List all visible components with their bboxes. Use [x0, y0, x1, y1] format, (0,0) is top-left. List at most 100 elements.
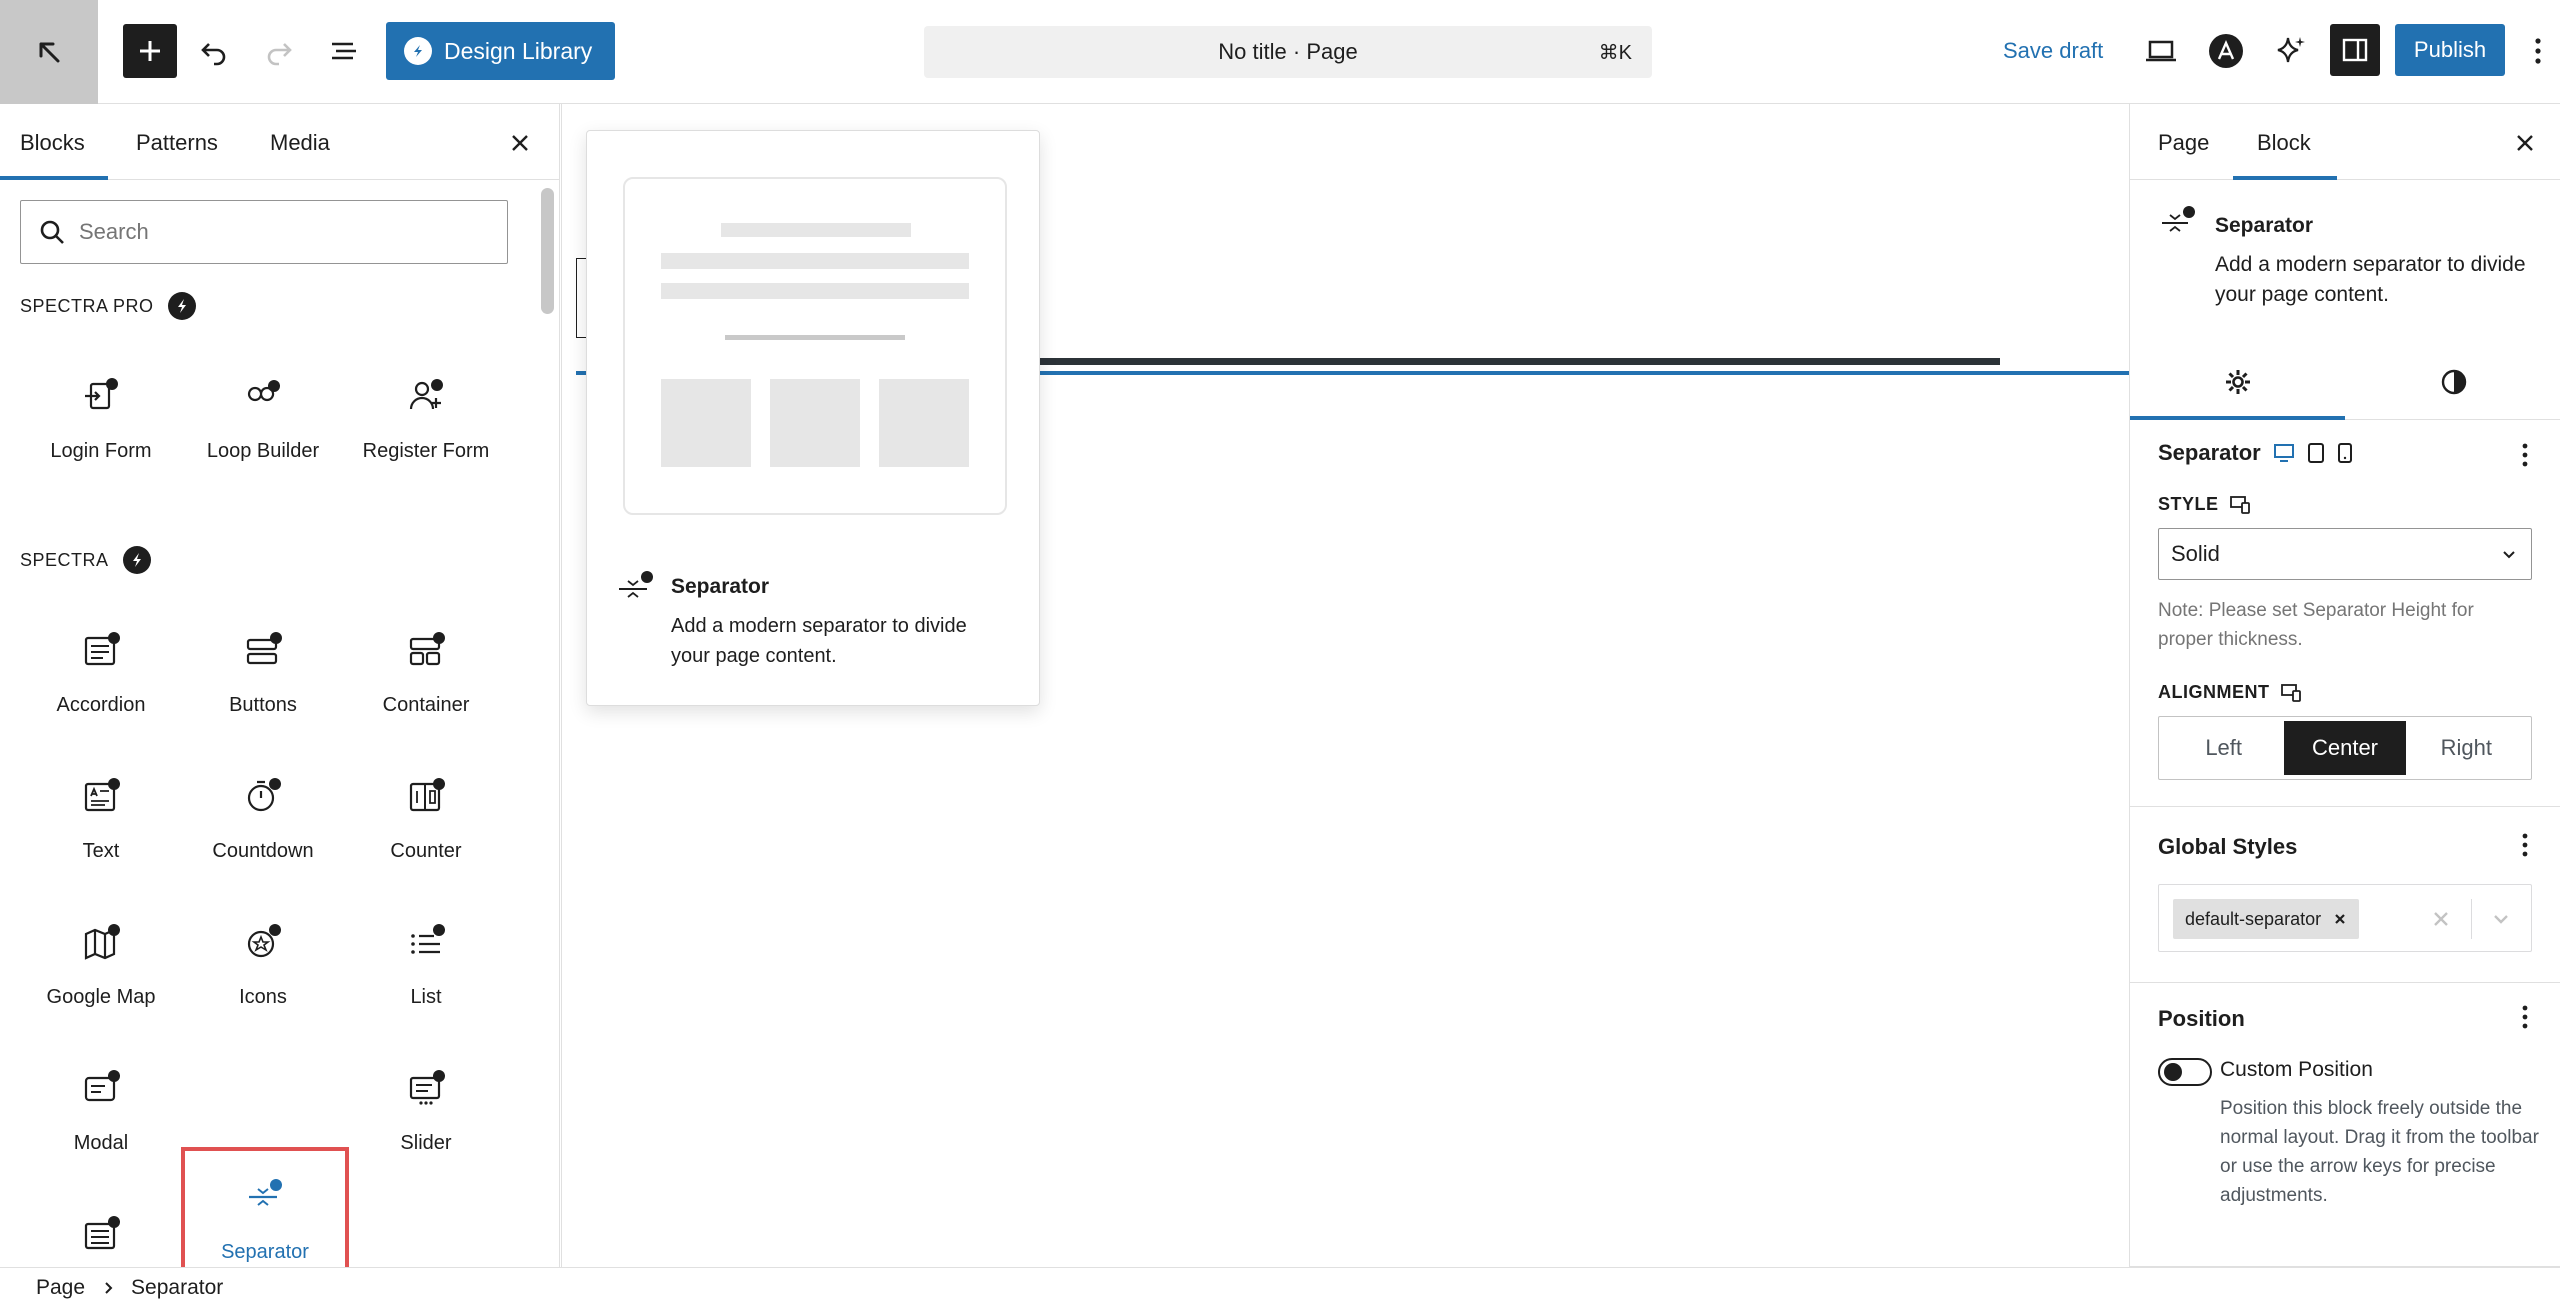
remove-token-icon[interactable]	[2333, 912, 2347, 926]
container-icon	[404, 628, 448, 672]
settings-tabs: Page Block	[2130, 104, 2560, 180]
block-google-map[interactable]: Google Map	[19, 892, 183, 1036]
design-library-button[interactable]: Design Library	[386, 22, 615, 80]
style-select[interactable]: Solid	[2158, 528, 2532, 580]
block-label: Login Form	[50, 440, 152, 462]
astra-settings-button[interactable]	[2199, 24, 2253, 78]
block-container[interactable]: Container	[344, 600, 508, 744]
google-map-icon	[79, 920, 123, 964]
preview-button[interactable]	[2134, 24, 2188, 78]
separator-options-button[interactable]	[2510, 440, 2540, 470]
search-icon	[40, 220, 64, 244]
tab-blocks[interactable]: Blocks	[20, 130, 85, 156]
search-input[interactable]	[79, 219, 479, 245]
tablet-icon[interactable]	[2307, 442, 2325, 464]
block-list[interactable]: List	[344, 892, 508, 1036]
plus-icon	[140, 41, 160, 61]
settings-sidebar-toggle[interactable]	[2330, 24, 2380, 76]
block-text[interactable]: Text	[19, 746, 183, 890]
arrow-up-left-icon	[39, 42, 60, 63]
breadcrumb-separator-block[interactable]: Separator	[131, 1276, 223, 1300]
global-style-token: default-separator	[2173, 899, 2360, 939]
block-buttons[interactable]: Buttons	[181, 600, 345, 744]
category-title-spectra-pro: SPECTRA PRO	[20, 292, 196, 320]
alignment-label-text: ALIGNMENT	[2158, 682, 2270, 702]
preview-block-title: Separator	[671, 575, 770, 598]
block-icons[interactable]: Icons	[181, 892, 345, 1036]
block-slider[interactable]: Slider	[344, 1038, 508, 1182]
align-right-button[interactable]: Right	[2406, 721, 2527, 775]
align-center-button[interactable]: Center	[2284, 721, 2406, 775]
responsive-devices-icon[interactable]	[2280, 683, 2302, 703]
position-options-button[interactable]	[2510, 1002, 2540, 1032]
block-counter[interactable]: Counter	[344, 746, 508, 890]
block-label: Loop Builder	[206, 440, 320, 462]
block-label: Buttons	[229, 694, 297, 716]
block-label: Icons	[239, 986, 287, 1008]
separator-line-dark[interactable]	[1000, 358, 2000, 365]
mobile-icon[interactable]	[2337, 442, 2353, 464]
block-label: Container	[382, 694, 470, 716]
block-card-description: Add a modern separator to divide your pa…	[2215, 253, 2526, 306]
login-form-icon	[79, 374, 123, 418]
custom-position-toggle[interactable]	[2158, 1058, 2212, 1086]
close-icon	[512, 135, 528, 151]
back-to-dashboard-button[interactable]	[0, 0, 98, 104]
tab-style-settings[interactable]	[2346, 344, 2560, 420]
preview-block-description: Add a modern separator to divide your pa…	[671, 615, 967, 667]
ai-assistant-button[interactable]	[2264, 24, 2318, 78]
align-left-button[interactable]: Left	[2163, 721, 2284, 775]
close-inserter-button[interactable]	[505, 128, 535, 158]
block-search-field[interactable]	[20, 200, 508, 264]
block-separator[interactable]: Separator	[181, 1147, 349, 1267]
redo-button[interactable]	[252, 24, 306, 78]
block-login-form[interactable]: Login Form	[19, 346, 183, 490]
block-countdown[interactable]: Countdown	[181, 746, 345, 890]
preview-box	[661, 379, 751, 467]
tab-page[interactable]: Page	[2158, 130, 2209, 156]
active-tab-indicator	[0, 176, 108, 180]
global-styles-header[interactable]: Global Styles	[2158, 834, 2297, 860]
loop-builder-icon	[241, 374, 285, 418]
tab-block[interactable]: Block	[2257, 130, 2311, 156]
save-draft-button[interactable]: Save draft	[2003, 38, 2103, 64]
clear-selection-icon[interactable]	[2429, 907, 2453, 931]
tab-general-settings[interactable]	[2130, 344, 2345, 420]
close-settings-button[interactable]	[2510, 128, 2540, 158]
tab-patterns[interactable]: Patterns	[136, 130, 218, 156]
chevron-down-icon	[2503, 551, 2515, 559]
document-overview-button[interactable]	[317, 24, 371, 78]
global-styles-options-button[interactable]	[2510, 830, 2540, 860]
publish-button[interactable]: Publish	[2395, 24, 2505, 76]
block-modal[interactable]: Modal	[19, 1038, 183, 1182]
options-menu-button[interactable]	[2520, 24, 2556, 78]
modal-icon	[79, 1066, 123, 1110]
block-label: Accordion	[56, 694, 146, 716]
block-register-form[interactable]: Register Form	[344, 346, 508, 490]
astra-logo-icon	[2209, 34, 2243, 68]
preview-box	[770, 379, 860, 467]
position-header[interactable]: Position	[2158, 1006, 2245, 1032]
block-loop-builder[interactable]: Loop Builder	[181, 346, 345, 490]
global-style-select[interactable]: default-separator	[2158, 884, 2532, 952]
editor-top-bar: Design Library No title · Page ⌘K Save d…	[0, 0, 2560, 104]
responsive-devices-icon[interactable]	[2229, 495, 2251, 515]
block-accordion[interactable]: Accordion	[19, 600, 183, 744]
chevron-right-icon	[105, 1281, 113, 1294]
tab-media[interactable]: Media	[270, 130, 330, 156]
document-title-bar[interactable]: No title · Page ⌘K	[924, 26, 1652, 78]
settings-sidebar: Page Block Separator Add a modern separa…	[2129, 104, 2560, 1267]
desktop-icon[interactable]	[2273, 443, 2295, 463]
separator-icon	[243, 1175, 287, 1219]
close-icon	[2517, 135, 2533, 151]
block-inserter-toggle[interactable]	[123, 24, 177, 78]
block-preview-illustration	[623, 177, 1007, 515]
inserter-scrollbar[interactable]	[541, 188, 554, 314]
section-title: Separator	[2158, 440, 2261, 465]
chevron-down-icon[interactable]	[2489, 907, 2513, 931]
spectra-logo-icon	[122, 546, 151, 574]
undo-button[interactable]	[187, 24, 241, 78]
block-partial[interactable]	[19, 1184, 183, 1267]
register-form-icon	[404, 374, 448, 418]
breadcrumb-page[interactable]: Page	[36, 1276, 85, 1300]
